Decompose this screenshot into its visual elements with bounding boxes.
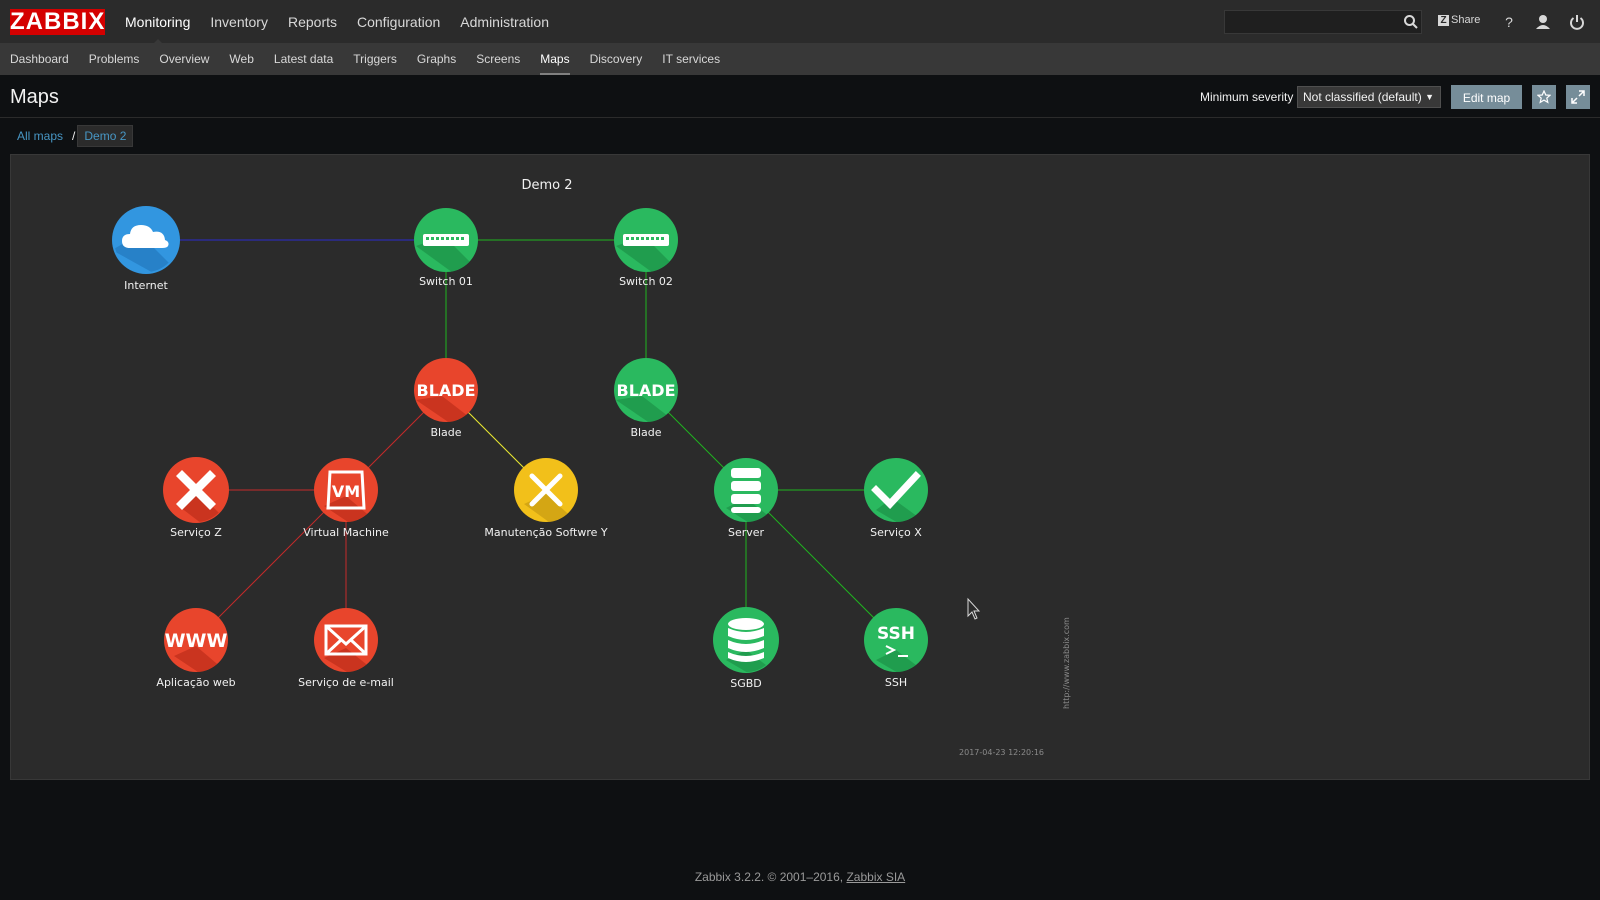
nav-monitoring[interactable]: Monitoring bbox=[115, 0, 200, 45]
minimum-severity-value: Not classified (default) bbox=[1303, 90, 1422, 104]
subnav-dashboard[interactable]: Dashboard bbox=[0, 44, 79, 75]
sub-nav: Dashboard Problems Overview Web Latest d… bbox=[0, 44, 1600, 75]
fullscreen-icon bbox=[1571, 90, 1585, 104]
nav-configuration[interactable]: Configuration bbox=[347, 0, 450, 44]
map-node-virtual-machine[interactable]: VM Virtual Machine bbox=[303, 458, 389, 539]
subnav-web[interactable]: Web bbox=[219, 44, 263, 75]
map-node-internet[interactable]: Internet bbox=[112, 206, 186, 292]
subnav-triggers[interactable]: Triggers bbox=[343, 44, 407, 75]
breadcrumb: All maps / Demo 2 bbox=[10, 125, 134, 147]
switch-icon bbox=[623, 234, 669, 246]
footer-link[interactable]: Zabbix SIA bbox=[846, 870, 905, 884]
map-timestamp: 2017-04-23 12:20:16 bbox=[959, 748, 1044, 757]
chevron-down-icon: ▼ bbox=[1425, 92, 1434, 102]
map-links bbox=[146, 239, 897, 641]
subnav-it-services[interactable]: IT services bbox=[652, 44, 730, 75]
map-node-aplicacao-web[interactable]: WWW Aplicação web bbox=[156, 608, 236, 689]
blade-icon: BLADE bbox=[617, 381, 676, 400]
share-icon: Z bbox=[1438, 14, 1449, 26]
sign-out-icon[interactable] bbox=[1568, 12, 1586, 32]
fullscreen-button[interactable] bbox=[1566, 85, 1590, 109]
search-input[interactable] bbox=[1224, 10, 1422, 34]
footer: Zabbix 3.2.2. © 2001–2016, Zabbix SIA bbox=[0, 870, 1600, 884]
www-icon: WWW bbox=[165, 630, 228, 652]
node-label: Serviço Z bbox=[170, 526, 222, 539]
zabbix-logo[interactable]: ZABBIX bbox=[10, 9, 105, 35]
node-label: Internet bbox=[124, 279, 168, 292]
map-node-servico-email[interactable]: Serviço de e-mail bbox=[298, 608, 394, 689]
map-node-servico-x[interactable]: Serviço X bbox=[864, 458, 936, 539]
search-icon[interactable] bbox=[1403, 14, 1419, 30]
node-label: Server bbox=[728, 526, 765, 539]
subnav-overview[interactable]: Overview bbox=[149, 44, 219, 75]
map-node-switch01[interactable]: Switch 01 bbox=[414, 208, 486, 288]
map-url-watermark: http://www.zabbix.com bbox=[1062, 617, 1071, 709]
switch-icon bbox=[423, 234, 469, 246]
map-node-blade-red[interactable]: BLADE Blade bbox=[414, 358, 486, 439]
svg-text:VM: VM bbox=[332, 482, 360, 501]
subnav-discovery[interactable]: Discovery bbox=[580, 44, 653, 75]
subnav-latest-data[interactable]: Latest data bbox=[264, 44, 343, 75]
sub-nav-bar: Dashboard Problems Overview Web Latest d… bbox=[0, 44, 1600, 75]
svg-text:SSH: SSH bbox=[877, 624, 915, 644]
page-title: Maps bbox=[10, 86, 59, 108]
subnav-maps[interactable]: Maps bbox=[530, 44, 579, 75]
top-header: ZABBIX Monitoring Inventory Reports Conf… bbox=[0, 0, 1600, 45]
node-label: Blade bbox=[630, 426, 661, 439]
map-node-switch02[interactable]: Switch 02 bbox=[614, 208, 686, 288]
node-label: Virtual Machine bbox=[303, 526, 389, 539]
minimum-severity-label: Minimum severity bbox=[1200, 90, 1294, 104]
subnav-graphs[interactable]: Graphs bbox=[407, 44, 466, 75]
footer-text: Zabbix 3.2.2. © 2001–2016, bbox=[694, 870, 844, 884]
node-label: Switch 01 bbox=[419, 275, 473, 288]
header-divider bbox=[0, 117, 1600, 118]
blade-icon: BLADE bbox=[417, 381, 476, 400]
subnav-screens[interactable]: Screens bbox=[466, 44, 530, 75]
node-label: Serviço X bbox=[870, 526, 922, 539]
breadcrumb-separator: / bbox=[72, 129, 76, 143]
edit-map-button[interactable]: Edit map bbox=[1451, 85, 1522, 109]
map-node-server[interactable]: Server bbox=[714, 458, 786, 539]
breadcrumb-current[interactable]: Demo 2 bbox=[77, 125, 134, 147]
nav-reports[interactable]: Reports bbox=[278, 0, 347, 44]
nav-administration[interactable]: Administration bbox=[450, 0, 559, 44]
node-label: SGBD bbox=[730, 677, 762, 690]
user-profile-icon[interactable] bbox=[1534, 12, 1552, 32]
map-node-blade-green[interactable]: BLADE Blade bbox=[614, 358, 686, 439]
map-node-manutencao[interactable]: Manutenção Softwre Y bbox=[484, 458, 608, 539]
minimum-severity-select[interactable]: Not classified (default) ▼ bbox=[1297, 86, 1441, 108]
subnav-problems[interactable]: Problems bbox=[79, 44, 150, 75]
node-label: Blade bbox=[430, 426, 461, 439]
node-label: Switch 02 bbox=[619, 275, 673, 288]
star-icon bbox=[1536, 89, 1552, 104]
main-nav: Monitoring Inventory Reports Configurati… bbox=[115, 0, 559, 45]
favourite-star-button[interactable] bbox=[1532, 85, 1556, 109]
node-label: SSH bbox=[885, 676, 907, 689]
mouse-cursor-icon bbox=[967, 597, 981, 620]
map-node-sgbd[interactable]: SGBD bbox=[713, 607, 786, 690]
share-label: Share bbox=[1451, 14, 1481, 26]
share-button[interactable]: Z Share bbox=[1438, 14, 1480, 26]
help-icon[interactable]: ? bbox=[1500, 12, 1518, 32]
nav-inventory[interactable]: Inventory bbox=[200, 0, 278, 44]
map-title: Demo 2 bbox=[521, 178, 572, 193]
node-label: Aplicação web bbox=[156, 676, 235, 689]
map-node-ssh[interactable]: SSH SSH bbox=[864, 608, 936, 689]
node-label: Serviço de e-mail bbox=[298, 676, 394, 689]
node-label: Manutenção Softwre Y bbox=[484, 526, 607, 539]
network-map: Demo 2 Internet Switch 01 Switch 02 BLAD… bbox=[112, 178, 1071, 757]
map-node-servico-z[interactable]: Serviço Z bbox=[163, 457, 236, 539]
breadcrumb-all-maps[interactable]: All maps bbox=[10, 125, 70, 147]
